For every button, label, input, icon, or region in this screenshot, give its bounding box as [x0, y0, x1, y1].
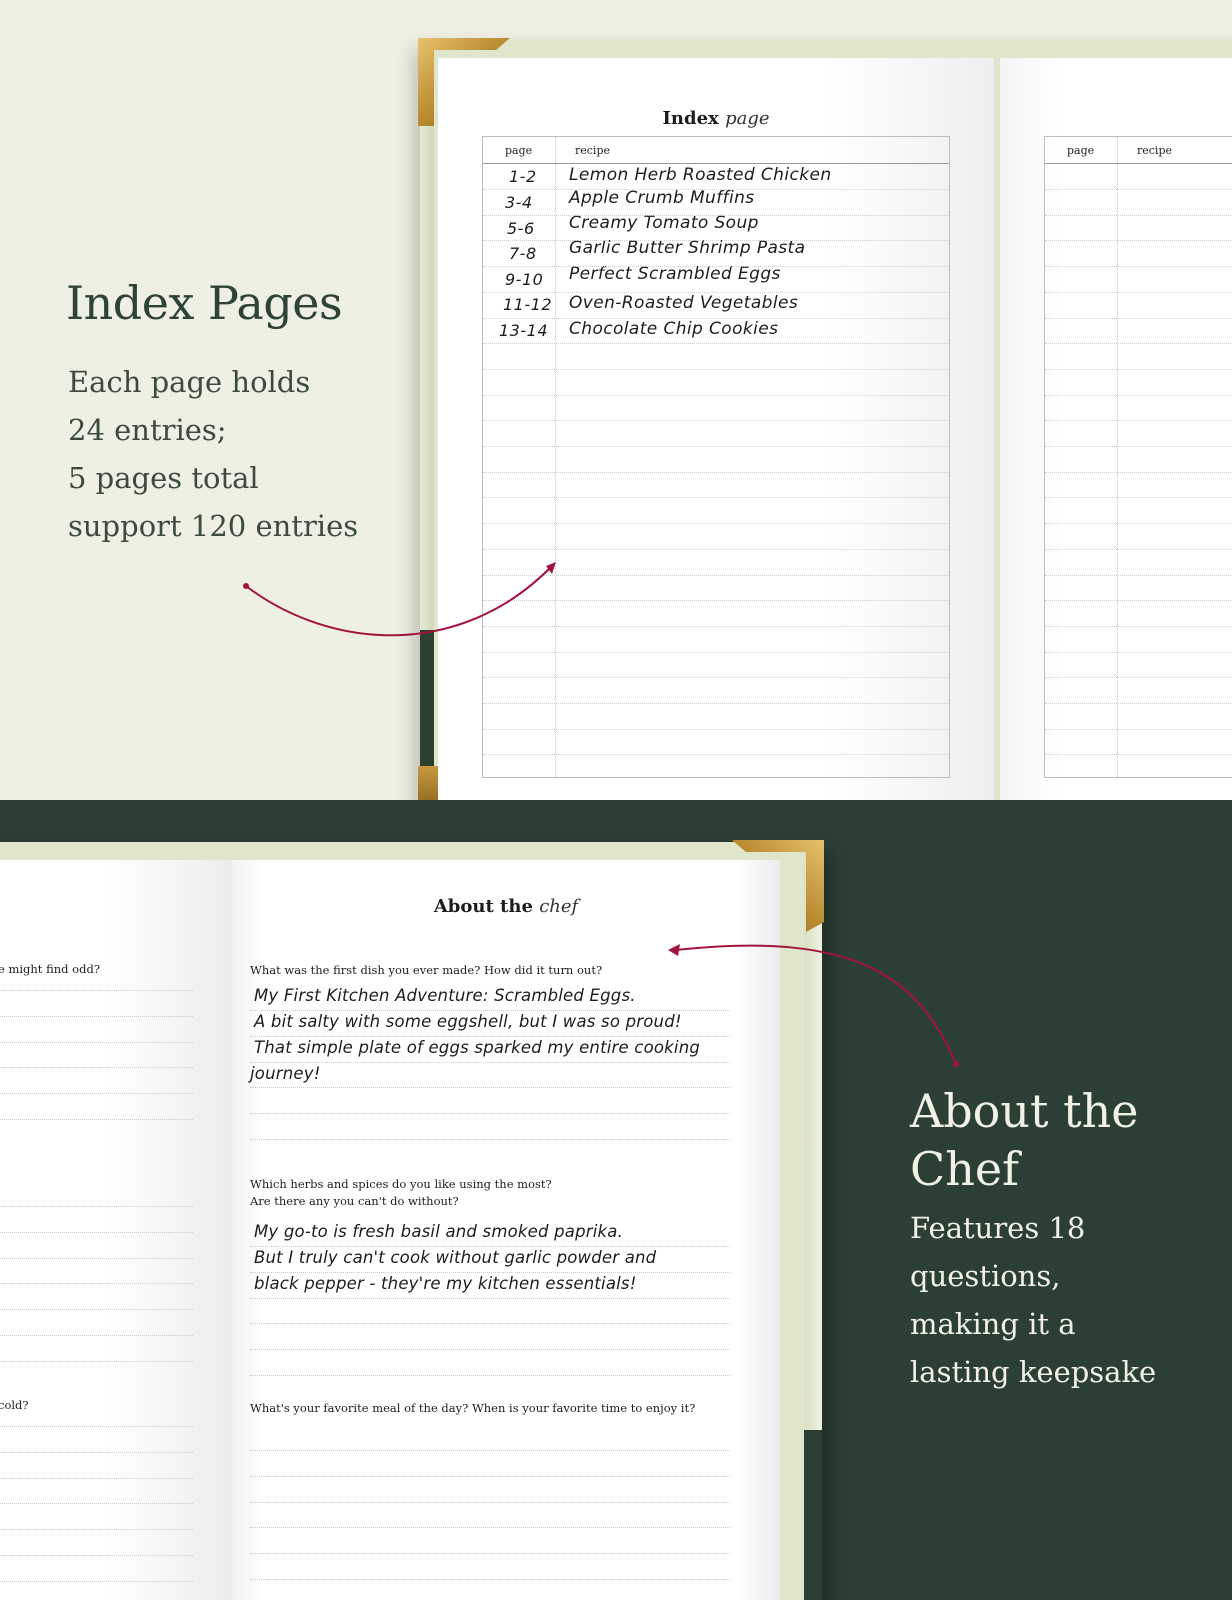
index-pages-section: Index Pages Each page holds 24 entries; …	[0, 0, 1232, 800]
about-chef-section: e might find odd? cold? About the chef W…	[0, 800, 1232, 1600]
pointer-arrow-icon	[668, 944, 959, 1067]
pointer-arrow-icon	[243, 562, 556, 637]
